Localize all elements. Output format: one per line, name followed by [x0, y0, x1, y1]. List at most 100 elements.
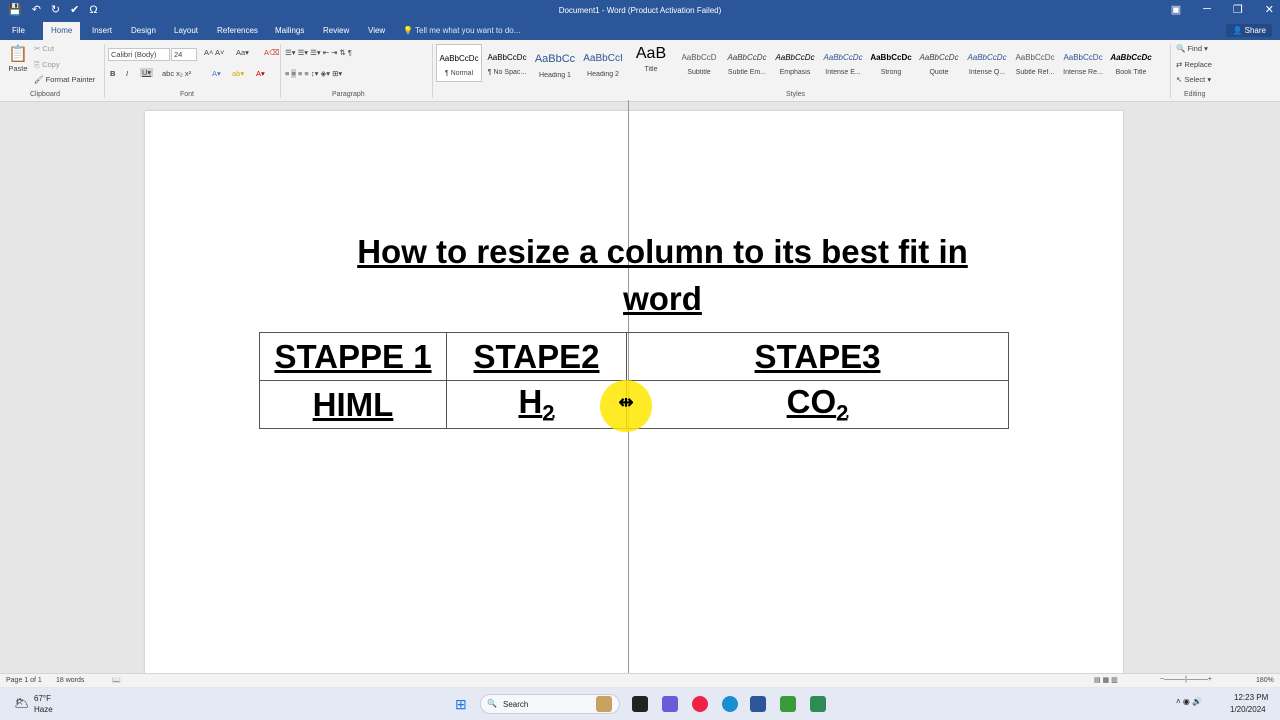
column-resize-cursor-icon: ⇹ [618, 392, 634, 412]
share-button[interactable]: 👤 Share [1226, 24, 1272, 37]
style-preview: AaBbCc [534, 53, 576, 65]
find-label: Find [1187, 44, 1203, 53]
italic-button[interactable]: I [126, 69, 128, 78]
replace-label: Replace [1184, 60, 1212, 69]
tab-mailings[interactable]: Mailings [275, 26, 304, 35]
font-color-icon[interactable]: A▾ [256, 69, 265, 78]
bold-button[interactable]: B [110, 69, 115, 78]
subscript: 2 [542, 400, 555, 426]
title-bar: 💾 ↶ ↻ ✔ Ω Document1 - Word (Product Acti… [0, 0, 1280, 22]
style-name: Book Title [1115, 69, 1147, 76]
highlight-icon[interactable]: ab▾ [232, 69, 244, 78]
table-cell[interactable]: HIML [259, 380, 447, 429]
style-preview: AaBbCcDc [487, 53, 527, 62]
camtasia-icon[interactable] [780, 696, 796, 712]
style-item[interactable]: AaBbCcDc ¶ No Spac... [484, 44, 530, 82]
style-item[interactable]: AaBbCcDc Strong [868, 44, 914, 82]
view-icons[interactable]: ▤ ▦ ▥ [1094, 676, 1118, 684]
style-item[interactable]: AaBbCcDc Emphasis [772, 44, 818, 82]
replace-button[interactable]: ⇄ Replace [1176, 60, 1212, 69]
word-count[interactable]: 18 words [56, 677, 84, 684]
paragraph-group-label: Paragraph [332, 91, 365, 98]
cut-button[interactable]: ✂ Cut [34, 44, 54, 53]
person-icon: 👤 [1232, 26, 1245, 35]
document-heading[interactable]: How to resize a column to its best fit i… [340, 228, 985, 322]
find-button[interactable]: 🔍 Find ▾ [1176, 44, 1208, 53]
style-item[interactable]: AaBbCc Heading 1 [532, 44, 578, 82]
app-icon[interactable] [810, 696, 826, 712]
tab-file[interactable]: File [12, 26, 25, 35]
weather-desc[interactable]: Haze [34, 705, 53, 714]
underline-button[interactable]: U▾ [140, 68, 154, 77]
minimize-icon[interactable]: ─ [1203, 3, 1211, 16]
clear-format-icon[interactable]: A⌫ [264, 48, 280, 57]
style-item[interactable]: AaBbCcDc Quote [916, 44, 962, 82]
style-item[interactable]: AaBbCcDc Subtle Em... [724, 44, 770, 82]
tab-insert[interactable]: Insert [92, 26, 112, 35]
table-cell[interactable]: STAPE2 [446, 332, 627, 381]
table-cell[interactable]: STAPPE 1 [259, 332, 447, 381]
bullets-icon[interactable]: ☰▾ ☰▾ ☰▾ ⇤ ⇥ ⇅ ¶ [285, 48, 352, 57]
system-tray-icons[interactable]: ˄ ◉ 🔊 [1176, 697, 1202, 706]
change-case-icon[interactable]: Aa▾ [236, 48, 249, 57]
style-item[interactable]: AaBbCcDc Intense Q... [964, 44, 1010, 82]
edge-icon[interactable] [722, 696, 738, 712]
zoom-slider[interactable]: −———|———+ [1160, 676, 1212, 683]
tab-home[interactable]: Home [43, 22, 81, 40]
style-item[interactable]: AaBbCcDc Book Title [1108, 44, 1154, 82]
style-preview: AaBbCcDc [823, 53, 863, 62]
text-effects-icon[interactable]: A▾ [212, 69, 221, 78]
table-cell[interactable]: STAPE3 [626, 332, 1009, 381]
tab-references[interactable]: References [217, 26, 258, 35]
style-item[interactable]: AaBbCcDc ¶ Normal [436, 44, 482, 82]
ribbon-display-icon[interactable]: ▣ [1171, 3, 1181, 16]
divider [432, 44, 433, 98]
style-item[interactable]: AaBbCcD Subtitle [676, 44, 722, 82]
font-size-select[interactable]: 24 [171, 48, 197, 61]
clock-time[interactable]: 12:23 PM [1234, 693, 1268, 702]
status-bar: Page 1 of 1 18 words 📖 ▤ ▦ ▥ −———|———+ 1… [0, 673, 1280, 687]
format-painter-button[interactable]: 🖌 Format Painter [34, 75, 95, 84]
style-preview: AaBbCcDc [967, 53, 1007, 62]
tab-layout[interactable]: Layout [174, 26, 198, 35]
clock-date[interactable]: 1/20/2024 [1230, 705, 1266, 714]
widget-icon[interactable] [596, 696, 612, 712]
chrome-icon[interactable] [692, 696, 708, 712]
select-button[interactable]: ↖ Select ▾ [1176, 75, 1211, 84]
style-name: Title [644, 66, 658, 73]
zoom-level[interactable]: 180% [1256, 677, 1274, 684]
style-item[interactable]: AaBbCcDc Intense Re... [1060, 44, 1106, 82]
style-preview: AaBbCcDc [775, 53, 815, 62]
strikethrough-button[interactable]: abc x₂ x² [162, 69, 191, 78]
close-icon[interactable]: ✕ [1265, 3, 1274, 16]
divider [104, 44, 105, 98]
table-cell[interactable]: CO2 [626, 380, 1009, 429]
divider [280, 44, 281, 98]
font-name-select[interactable]: Calibri (Body) [108, 48, 170, 61]
style-preview: AaBbCcDc [1015, 53, 1055, 62]
brush-icon: 🖌 [34, 75, 46, 84]
copy-icon: ⎘ [34, 60, 43, 69]
grow-font-icon[interactable]: A˄ A˅ [204, 48, 224, 57]
style-item[interactable]: AaBbCcDc Subtle Ref... [1012, 44, 1058, 82]
tell-me-input[interactable]: Tell me what you want to do... [415, 26, 520, 35]
start-icon[interactable]: ⊞ [455, 696, 467, 713]
copy-button[interactable]: ⎘ Copy [34, 60, 60, 70]
style-name: Subtitle [687, 69, 711, 76]
style-item[interactable]: AaB Title [628, 44, 674, 82]
tab-design[interactable]: Design [131, 26, 156, 35]
task-view-icon[interactable] [632, 696, 648, 712]
style-item[interactable]: AaBbCcDc Intense E... [820, 44, 866, 82]
page-count[interactable]: Page 1 of 1 [6, 677, 42, 684]
teams-icon[interactable] [662, 696, 678, 712]
select-label: Select [1184, 75, 1206, 84]
proofing-icon[interactable]: 📖 [112, 676, 121, 684]
restore-icon[interactable]: ❐ [1233, 3, 1243, 16]
weather-temp[interactable]: 67°F [34, 694, 51, 703]
tab-view[interactable]: View [368, 26, 385, 35]
word-icon[interactable] [750, 696, 766, 712]
tab-review[interactable]: Review [323, 26, 349, 35]
paste-button[interactable]: 📋 Paste [8, 44, 28, 73]
style-item[interactable]: AaBbCcI Heading 2 [580, 44, 626, 82]
align-icons[interactable]: ≡ ≡ ≡ ≡ ↕▾ ◈▾ ⊞▾ [285, 69, 342, 78]
